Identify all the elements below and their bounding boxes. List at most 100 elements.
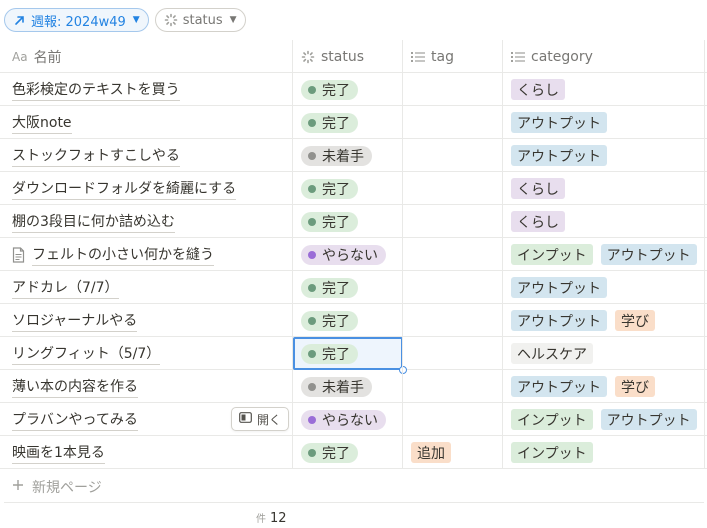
row-title[interactable]: 映画を1本見る	[12, 442, 105, 464]
table-row[interactable]: フェルトの小さい何かを縫う やらない インプット アウトプット	[0, 238, 707, 271]
row-title[interactable]: 薄い本の内容を作る	[12, 376, 138, 398]
row-title[interactable]: 大阪note	[12, 112, 72, 134]
column-header-name[interactable]: Aa 名前	[4, 40, 292, 73]
view-filter-chip[interactable]: 週報: 2024w49 ▼	[4, 8, 149, 32]
name-cell[interactable]: 大阪note	[4, 106, 292, 139]
category-cell[interactable]: アウトプット	[503, 139, 707, 172]
row-title[interactable]: アドカレ（7/7）	[12, 277, 119, 299]
status-cell[interactable]: 完了	[293, 271, 403, 304]
name-cell[interactable]: 色彩検定のテキストを買う	[4, 73, 292, 106]
tag-cell[interactable]	[403, 73, 503, 106]
tag-cell[interactable]	[403, 238, 503, 271]
tag-cell[interactable]	[403, 370, 503, 403]
category-label: インプット	[517, 412, 587, 429]
status-dot	[308, 448, 316, 457]
tag-cell[interactable]	[403, 271, 503, 304]
table-row[interactable]: ダウンロードフォルダを綺麗にする 完了 くらし	[0, 172, 707, 205]
status-badge: やらない	[301, 244, 386, 265]
status-filter-chip[interactable]: status ▼	[154, 8, 246, 32]
tag-cell[interactable]	[403, 304, 503, 337]
table-row[interactable]: ストックフォトすこしやる 未着手 アウトプット	[0, 139, 707, 172]
tag-cell[interactable]	[403, 139, 503, 172]
status-cell[interactable]: 完了	[293, 436, 403, 469]
tag-cell[interactable]	[403, 205, 503, 238]
open-page-button[interactable]: 開く	[231, 407, 290, 431]
status-cell[interactable]: 完了	[293, 205, 403, 238]
chevron-down-icon: ▼	[229, 15, 237, 25]
name-cell[interactable]: 映画を1本見る	[4, 436, 292, 469]
tag-cell[interactable]: 追加	[403, 436, 503, 469]
list-type-icon	[511, 51, 525, 63]
tag-cell[interactable]	[403, 106, 503, 139]
column-header-tag[interactable]: tag	[403, 40, 503, 73]
table-row[interactable]: 色彩検定のテキストを買う 完了 くらし	[0, 73, 707, 106]
category-cell[interactable]: くらし	[503, 172, 707, 205]
category-cell[interactable]: インプット	[503, 436, 707, 469]
table-row[interactable]: アドカレ（7/7） 完了 アウトプット	[0, 271, 707, 304]
footer-divider	[4, 502, 704, 503]
status-cell[interactable]: 完了	[293, 337, 403, 370]
document-icon	[12, 246, 26, 263]
status-cell[interactable]: 完了	[293, 304, 403, 337]
category-cell[interactable]: アウトプット	[503, 106, 707, 139]
name-cell[interactable]: ストックフォトすこしやる	[4, 139, 292, 172]
name-cell[interactable]: ソロジャーナルやる	[4, 304, 292, 337]
category-label: インプット	[517, 445, 587, 462]
category-cell[interactable]: インプット アウトプット	[503, 238, 707, 271]
status-cell[interactable]: 未着手	[293, 139, 403, 172]
status-cell[interactable]: やらない	[293, 403, 403, 436]
name-cell[interactable]: 薄い本の内容を作る	[4, 370, 292, 403]
table-row[interactable]: プラバンやってみる やらない インプット アウトプット 開く	[0, 403, 707, 436]
new-page-button[interactable]: 新規ページ	[12, 476, 102, 498]
table-row[interactable]: リングフィット（5/7） 完了 ヘルスケア	[0, 337, 707, 370]
name-cell[interactable]: リングフィット（5/7）	[4, 337, 292, 370]
view-filter-label: 週報: 2024w49	[31, 14, 126, 30]
status-cell[interactable]: 完了	[293, 106, 403, 139]
status-cell[interactable]: 未着手	[293, 370, 403, 403]
category-cell[interactable]: インプット アウトプット	[503, 403, 707, 436]
count-value: 12	[270, 511, 287, 526]
row-title[interactable]: ソロジャーナルやる	[12, 310, 138, 332]
category-cell[interactable]: くらし	[503, 205, 707, 238]
status-cell[interactable]: 完了	[293, 172, 403, 205]
table-row[interactable]: 棚の3段目に何か詰め込む 完了 くらし	[0, 205, 707, 238]
category-badge: アウトプット	[511, 277, 607, 298]
list-type-icon	[411, 51, 425, 63]
row-title[interactable]: フェルトの小さい何かを縫う	[32, 244, 214, 266]
status-cell[interactable]: 完了	[293, 73, 403, 106]
category-badge: インプット	[511, 442, 593, 463]
tag-cell[interactable]	[403, 337, 503, 370]
table-row[interactable]: 映画を1本見る 完了 追加 インプット	[0, 436, 707, 469]
status-dot	[308, 151, 316, 160]
row-title[interactable]: ストックフォトすこしやる	[12, 145, 180, 167]
row-title[interactable]: 棚の3段目に何か詰め込む	[12, 211, 175, 233]
category-cell[interactable]: アウトプット	[503, 271, 707, 304]
tag-cell[interactable]	[403, 403, 503, 436]
category-cell[interactable]: ヘルスケア	[503, 337, 707, 370]
table-row[interactable]: 薄い本の内容を作る 未着手 アウトプット 学び	[0, 370, 707, 403]
table-row[interactable]: ソロジャーナルやる 完了 アウトプット 学び	[0, 304, 707, 337]
category-cell[interactable]: アウトプット 学び	[503, 370, 707, 403]
tag-cell[interactable]	[403, 172, 503, 205]
row-title[interactable]: リングフィット（5/7）	[12, 343, 161, 365]
status-cell[interactable]: やらない	[293, 238, 403, 271]
column-header-tag-label: tag	[431, 48, 454, 65]
category-cell[interactable]: アウトプット 学び	[503, 304, 707, 337]
name-cell[interactable]: アドカレ（7/7）	[4, 271, 292, 304]
column-header-status[interactable]: status	[293, 40, 403, 73]
category-label: 学び	[621, 313, 649, 330]
category-cell[interactable]: くらし	[503, 73, 707, 106]
name-cell[interactable]: 棚の3段目に何か詰め込む	[4, 205, 292, 238]
status-badge: 完了	[301, 310, 358, 331]
name-cell[interactable]: フェルトの小さい何かを縫う	[4, 238, 292, 271]
category-label: インプット	[517, 247, 587, 264]
table-row[interactable]: 大阪note 完了 アウトプット	[0, 106, 707, 139]
name-cell[interactable]: ダウンロードフォルダを綺麗にする	[4, 172, 292, 205]
row-title[interactable]: プラバンやってみる	[12, 409, 138, 431]
category-label: アウトプット	[606, 247, 691, 264]
row-title[interactable]: ダウンロードフォルダを綺麗にする	[12, 178, 237, 200]
column-header-category[interactable]: category	[503, 40, 707, 73]
column-header-status-label: status	[321, 48, 365, 65]
status-label: 完了	[322, 346, 350, 363]
row-title[interactable]: 色彩検定のテキストを買う	[12, 79, 180, 101]
